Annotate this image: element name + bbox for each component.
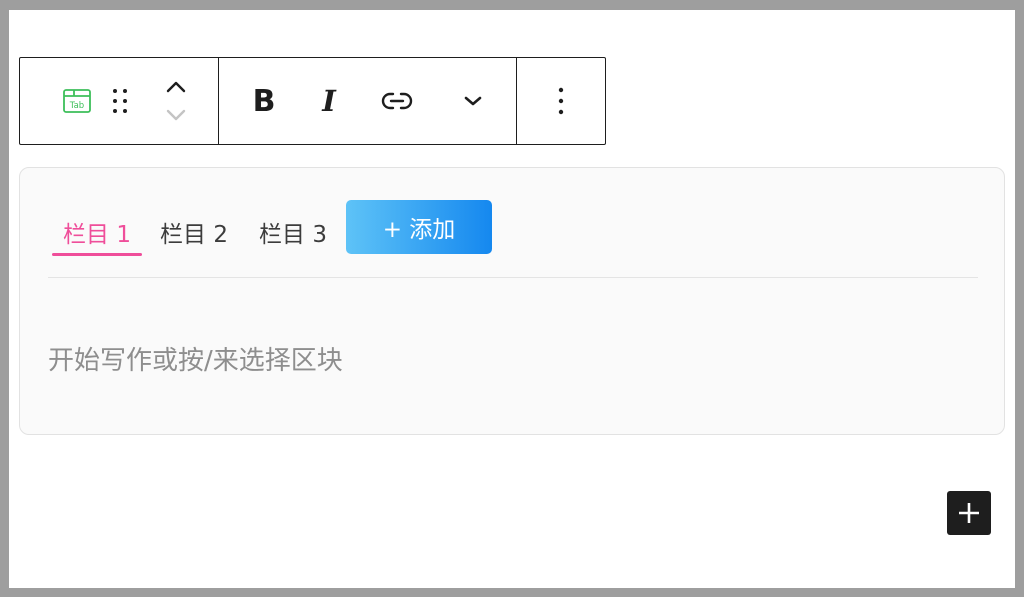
block-toolbar: Tab B I [19,57,606,145]
add-tab-button[interactable]: + 添加 [346,200,492,254]
italic-icon: I [322,84,336,118]
chevron-down-icon [464,96,482,106]
block-options-button[interactable] [531,58,591,144]
block-type-button[interactable]: Tab [20,58,92,144]
tab-bar: 栏目 1 栏目 2 栏目 3 + 添加 [48,200,978,278]
bold-button[interactable]: B [219,58,309,144]
link-icon [381,92,412,110]
editor-canvas: Tab B I 栏目 1 栏目 2 栏目 3 + 添加 开始写作或按/来选择区块 [9,10,1015,588]
tabs-block[interactable]: 栏目 1 栏目 2 栏目 3 + 添加 开始写作或按/来选择区块 [19,167,1005,435]
chevron-down-icon [166,109,186,121]
chevron-up-icon [166,81,186,93]
more-vertical-icon [558,87,564,115]
block-movers [148,58,204,144]
tab-block-icon: Tab [63,89,91,113]
bold-icon: B [252,83,276,119]
block-controls-group: Tab [20,58,219,144]
drag-handle-icon [113,89,127,113]
tab-item-3[interactable]: 栏目 3 [253,210,333,254]
block-inserter-button[interactable] [947,491,991,535]
link-button[interactable] [349,58,444,144]
tab-block-icon-label: Tab [69,101,84,111]
move-up-button[interactable] [161,76,191,98]
block-placeholder[interactable]: 开始写作或按/来选择区块 [48,340,343,377]
italic-button[interactable]: I [309,58,349,144]
more-rich-text-button[interactable] [444,58,502,144]
plus-icon [959,503,979,523]
tab-item-2[interactable]: 栏目 2 [154,210,234,254]
options-group [517,58,605,144]
move-down-button[interactable] [161,104,191,126]
tab-item-1[interactable]: 栏目 1 [52,210,142,256]
format-controls-group: B I [219,58,517,144]
drag-handle[interactable] [92,58,148,144]
